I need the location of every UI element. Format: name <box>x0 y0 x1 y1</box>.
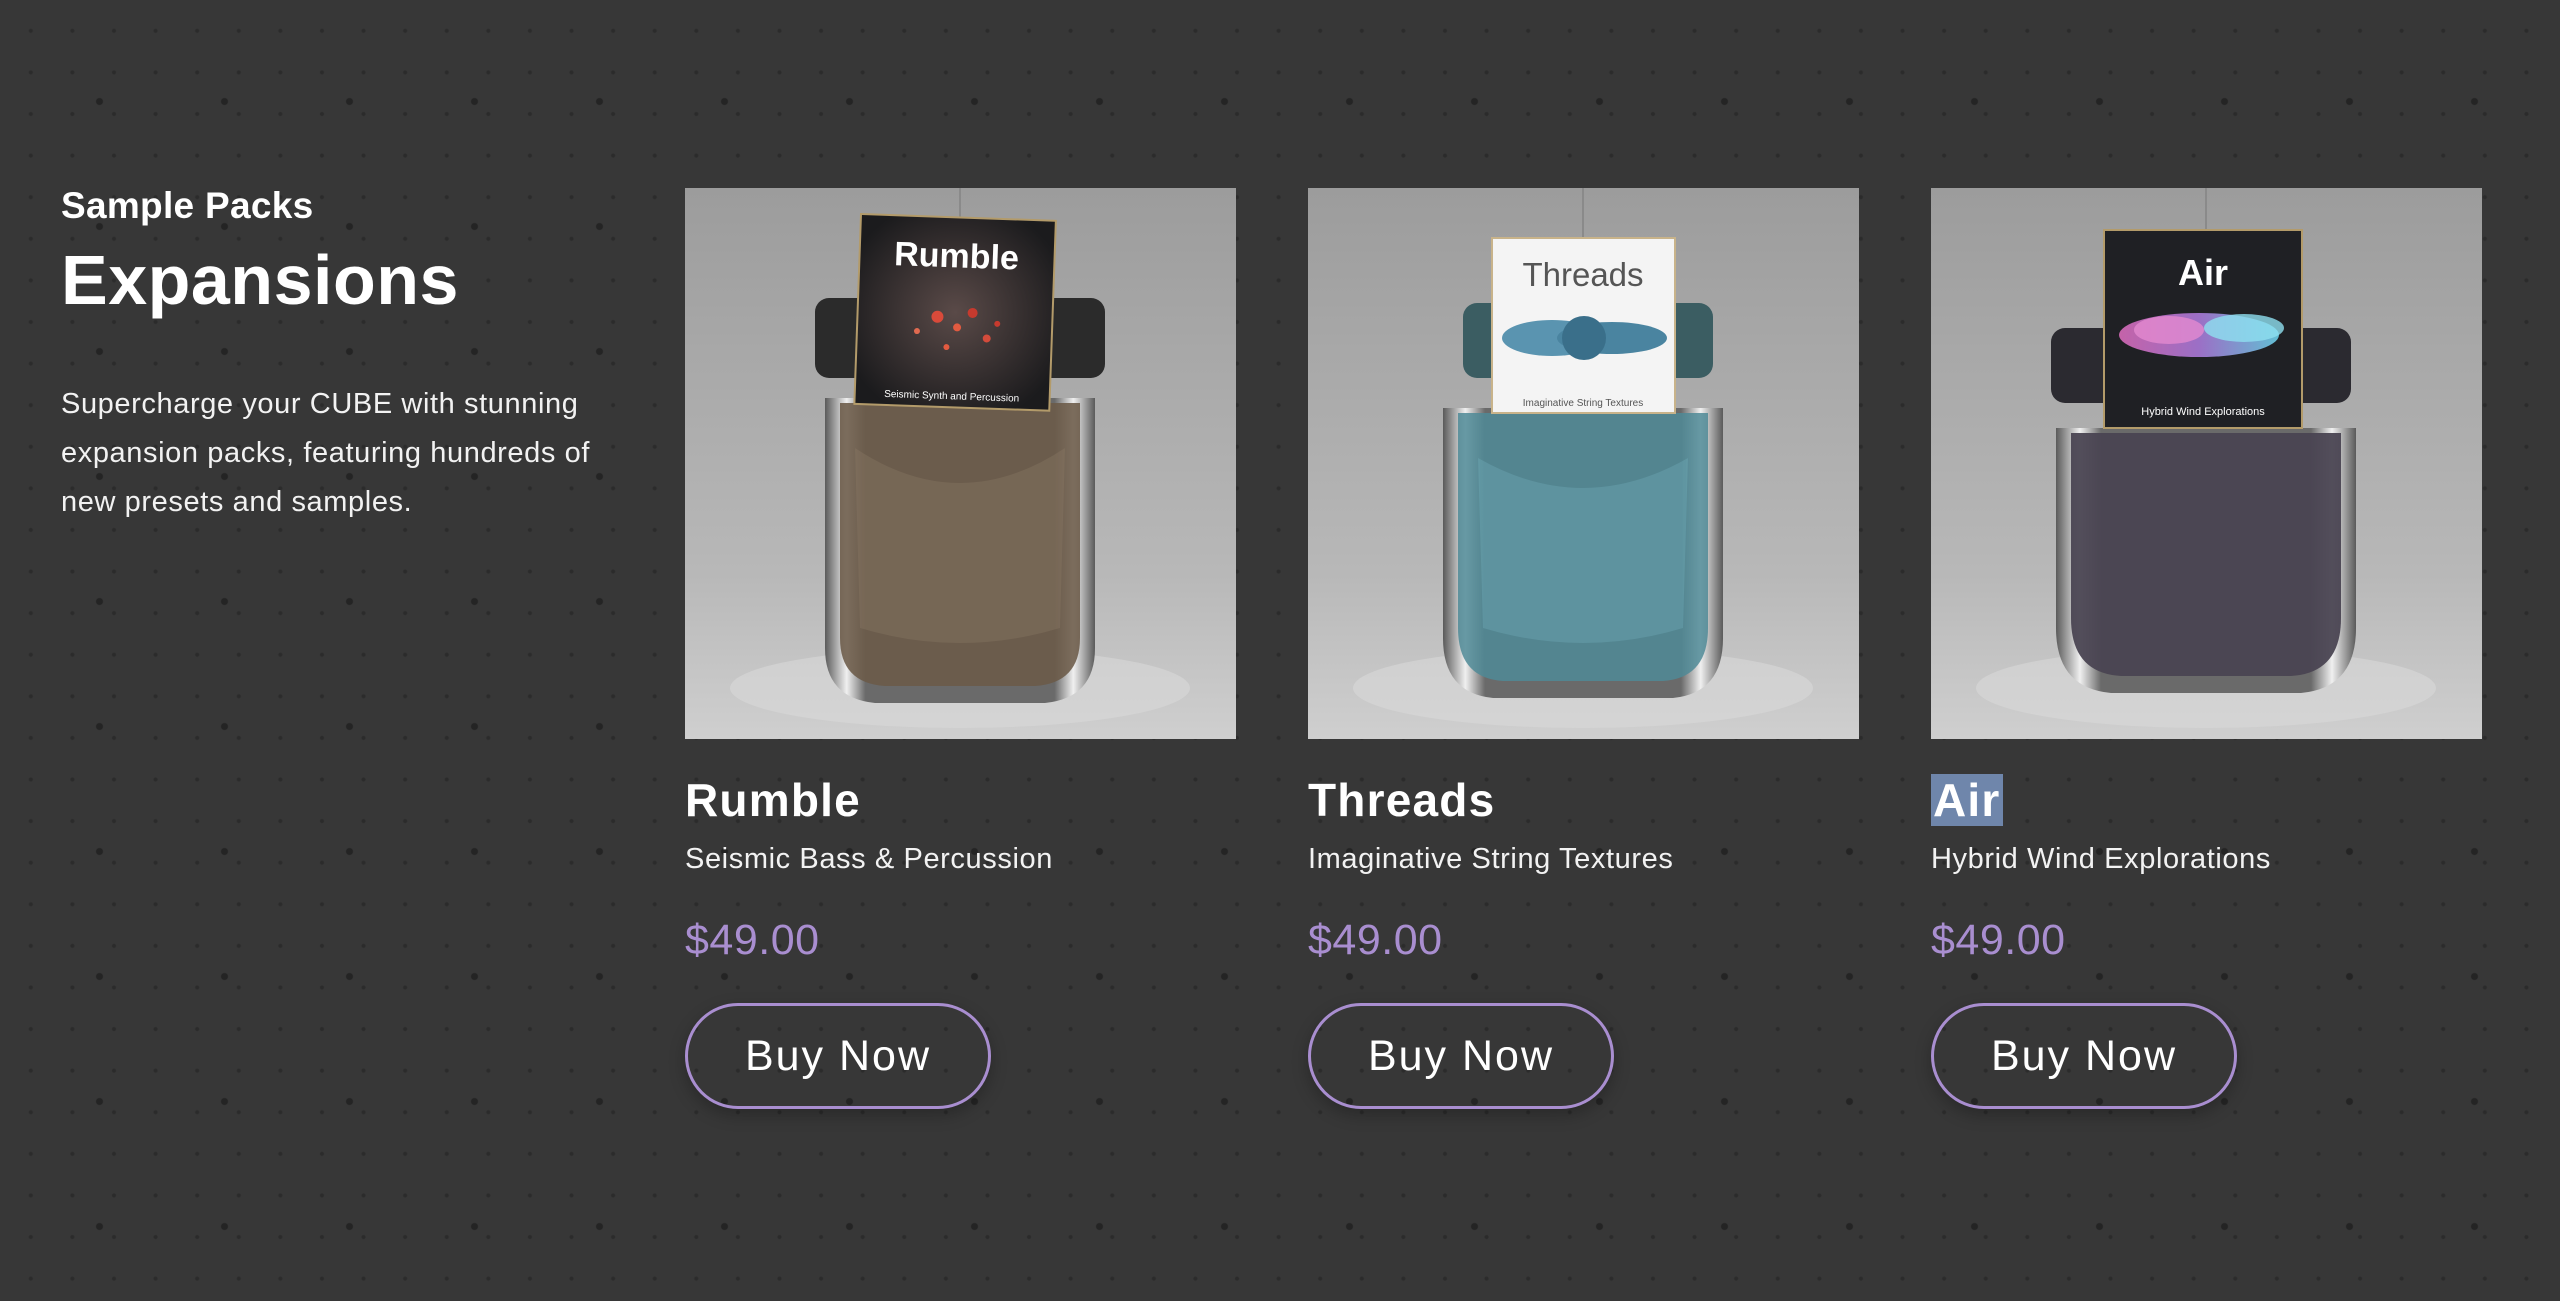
product-subtitle: Hybrid Wind Explorations <box>1931 843 2271 875</box>
cover-title: Air <box>2178 252 2228 293</box>
cover-title: Threads <box>1522 256 1643 293</box>
product-price: $49.00 <box>1931 916 2066 964</box>
product-title[interactable]: Air <box>1931 773 2482 827</box>
section-description: Supercharge your CUBE with stunning expa… <box>61 388 591 518</box>
product-price: $49.00 <box>1308 916 1443 964</box>
product-image-air[interactable]: Air Hybrid Wind Explorations <box>1931 188 2482 739</box>
product-image-rumble[interactable]: Rumble Seismic Synth and Percussion <box>685 188 1236 739</box>
cover-subtitle: Hybrid Wind Explorations <box>2141 406 2265 418</box>
product-card-threads: Threads Imaginative String Textures Thre… <box>1308 188 1859 1109</box>
product-title[interactable]: Threads <box>1308 773 1859 827</box>
product-title[interactable]: Rumble <box>685 773 1236 827</box>
buy-now-button-air[interactable]: Buy Now <box>1931 1003 2237 1109</box>
selected-text: Air <box>1931 774 2003 826</box>
cover-title: Rumble <box>894 235 1020 277</box>
product-subtitle: Seismic Bass & Percussion <box>685 843 1053 875</box>
buy-now-button-threads[interactable]: Buy Now <box>1308 1003 1614 1109</box>
product-card-air: Air Hybrid Wind Explorations Air Hybrid … <box>1931 188 2482 1109</box>
cover-subtitle: Imaginative String Textures <box>1523 398 1643 409</box>
section-eyebrow: Sample Packs <box>61 185 314 226</box>
intro-section: Sample Packs Expansions Supercharge your… <box>61 184 621 527</box>
page-title: Expansions <box>61 241 459 319</box>
product-price: $49.00 <box>685 916 820 964</box>
buy-now-button-rumble[interactable]: Buy Now <box>685 1003 991 1109</box>
product-image-threads[interactable]: Threads Imaginative String Textures <box>1308 188 1859 739</box>
product-subtitle: Imaginative String Textures <box>1308 843 1674 875</box>
product-card-rumble: Rumble Seismic Synth and Percussion Rumb… <box>685 188 1236 1109</box>
